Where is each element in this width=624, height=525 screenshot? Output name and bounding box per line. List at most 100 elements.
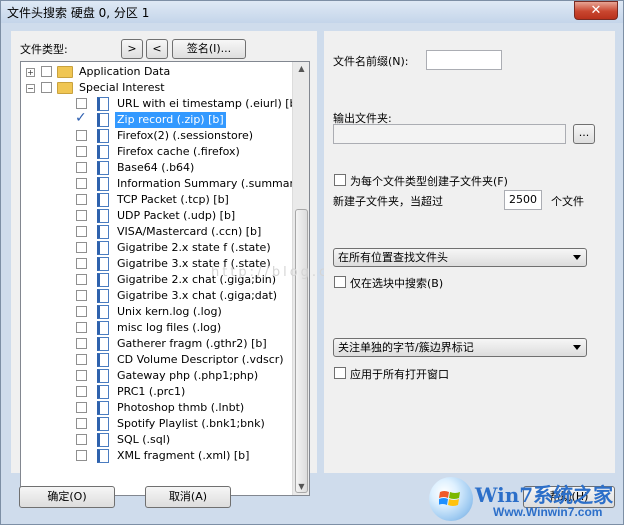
prefix-input[interactable] bbox=[426, 50, 502, 70]
tree-file-row[interactable]: Gateway php (.php1;php) bbox=[21, 368, 291, 384]
tree-item-label: Gigatribe 3.x chat (.giga;dat) bbox=[117, 289, 278, 302]
tree-file-row[interactable]: Information Summary (.summary) bbox=[21, 176, 305, 192]
apply-all-checkbox[interactable] bbox=[334, 367, 346, 379]
tree-checkbox[interactable] bbox=[76, 226, 87, 237]
tree-item-label: SQL (.sql) bbox=[117, 433, 171, 446]
ok-button[interactable]: 确定(O) bbox=[19, 486, 115, 508]
file-type-icon bbox=[97, 321, 109, 335]
tree-checkbox[interactable] bbox=[76, 258, 87, 269]
window-title: 文件头搜索 硬盘 0, 分区 1 bbox=[7, 6, 150, 20]
tree-file-row[interactable]: SQL (.sql) bbox=[21, 432, 291, 448]
scroll-down-icon[interactable]: ▼ bbox=[296, 482, 307, 493]
newfolder-count-input[interactable]: 2500 bbox=[504, 190, 542, 210]
file-type-icon bbox=[97, 289, 109, 303]
next-button[interactable]: > bbox=[121, 39, 143, 59]
tree-file-row[interactable]: Base64 (.b64) bbox=[21, 160, 291, 176]
tree-checkbox[interactable] bbox=[76, 370, 87, 381]
scroll-thumb[interactable] bbox=[295, 209, 308, 493]
tree-file-row[interactable]: Gigatribe 2.x state f (.state) bbox=[21, 240, 291, 256]
browse-button[interactable]: ... bbox=[573, 124, 595, 144]
tree-checkbox[interactable] bbox=[76, 338, 87, 349]
prev-button[interactable]: < bbox=[146, 39, 168, 59]
boundary-select[interactable]: 关注单独的字节/簇边界标记 bbox=[333, 338, 587, 357]
file-type-icon bbox=[97, 401, 109, 415]
tree-checkbox[interactable] bbox=[76, 178, 87, 189]
checkmark-icon[interactable]: ✓ bbox=[75, 110, 87, 126]
tree-file-row[interactable]: Photoshop thmb (.lnbt) bbox=[21, 400, 291, 416]
tree-file-row[interactable]: Firefox cache (.firefox) bbox=[21, 144, 291, 160]
tree-checkbox[interactable] bbox=[76, 98, 87, 109]
tree-file-row[interactable]: misc log files (.log) bbox=[21, 320, 291, 336]
tree-checkbox[interactable] bbox=[76, 434, 87, 445]
boundary-value: 关注单独的字节/簇边界标记 bbox=[338, 341, 474, 354]
file-type-icon bbox=[97, 177, 109, 191]
file-type-icon bbox=[97, 353, 109, 367]
tree-item-label: TCP Packet (.tcp) [b] bbox=[117, 193, 229, 206]
tree-checkbox[interactable] bbox=[76, 402, 87, 413]
file-type-icon bbox=[97, 273, 109, 287]
tree-file-row[interactable]: Firefox(2) (.sessionstore) bbox=[21, 128, 291, 144]
tree-checkbox[interactable] bbox=[76, 146, 87, 157]
tree-checkbox[interactable] bbox=[76, 322, 87, 333]
tree-file-row[interactable]: VISA/Mastercard (.ccn) [b] bbox=[21, 224, 291, 240]
tree-file-row[interactable]: PRC1 (.prc1) bbox=[21, 384, 291, 400]
tree-checkbox[interactable] bbox=[76, 242, 87, 253]
tree-item-label: URL with ei timestamp (.eiurl) [b] bbox=[117, 97, 301, 110]
tree-checkbox[interactable] bbox=[76, 290, 87, 301]
tree-checkbox[interactable] bbox=[76, 418, 87, 429]
folder-icon bbox=[57, 82, 73, 94]
tree-file-row[interactable]: URL with ei timestamp (.eiurl) [b] bbox=[21, 96, 301, 112]
chevron-down-icon bbox=[573, 345, 581, 350]
tree-folder-row[interactable]: − Special Interest bbox=[21, 80, 291, 96]
file-type-icon bbox=[97, 225, 109, 239]
tree-checkbox[interactable] bbox=[76, 210, 87, 221]
tree-item-label: Firefox cache (.firefox) bbox=[117, 145, 240, 158]
tree-folder-row[interactable]: + Application Data bbox=[21, 64, 291, 80]
tree-file-row[interactable]: Gigatribe 3.x chat (.giga;dat) bbox=[21, 288, 291, 304]
file-type-icon bbox=[97, 113, 109, 127]
tree-checkbox[interactable] bbox=[76, 162, 87, 173]
tree-file-row[interactable]: ✓ Zip record (.zip) [b] bbox=[21, 110, 291, 128]
tree-checkbox[interactable] bbox=[41, 82, 52, 93]
tree-item-label: Gigatribe 2.x state f (.state) bbox=[117, 241, 271, 254]
search-scope-select[interactable]: 在所有位置查找文件头 bbox=[333, 248, 587, 267]
tree-item-label: Information Summary (.summary) bbox=[117, 177, 305, 190]
file-type-label: 文件类型: bbox=[20, 43, 68, 56]
subfolder-checkbox[interactable] bbox=[334, 174, 346, 186]
output-folder-input[interactable] bbox=[333, 124, 566, 144]
file-type-icon bbox=[97, 97, 109, 111]
tree-item-label: PRC1 (.prc1) bbox=[117, 385, 186, 398]
file-type-icon bbox=[97, 241, 109, 255]
tree-checkbox[interactable] bbox=[76, 194, 87, 205]
windows-orb-icon bbox=[429, 477, 473, 521]
close-button[interactable]: ✕ bbox=[574, 1, 618, 20]
tree-checkbox[interactable] bbox=[41, 66, 52, 77]
scroll-up-icon[interactable]: ▲ bbox=[296, 64, 307, 75]
tree-checkbox[interactable] bbox=[76, 450, 87, 461]
tree-file-row[interactable]: Gatherer fragm (.gthr2) [b] bbox=[21, 336, 291, 352]
title-bar[interactable]: 文件头搜索 硬盘 0, 分区 1 ✕ bbox=[1, 1, 623, 23]
logo-url: Www.Winwin7.com bbox=[493, 505, 603, 519]
tree-file-row[interactable]: UDP Packet (.udp) [b] bbox=[21, 208, 291, 224]
selected-only-checkbox[interactable] bbox=[334, 276, 346, 288]
expander-icon[interactable]: + bbox=[26, 68, 35, 77]
signature-button[interactable]: 签名(I)... bbox=[172, 39, 246, 59]
tree-file-row[interactable]: Unix kern.log (.log) bbox=[21, 304, 291, 320]
expander-icon[interactable]: − bbox=[26, 84, 35, 93]
tree-file-row[interactable]: Spotify Playlist (.bnk1;bnk) bbox=[21, 416, 291, 432]
tree-checkbox[interactable] bbox=[76, 274, 87, 285]
tree-checkbox[interactable] bbox=[76, 354, 87, 365]
tree-item-label: misc log files (.log) bbox=[117, 321, 222, 334]
file-type-icon bbox=[97, 209, 109, 223]
tree-checkbox[interactable] bbox=[76, 130, 87, 141]
tree-item-label: Gatherer fragm (.gthr2) [b] bbox=[117, 337, 267, 350]
tree-file-row[interactable]: CD Volume Descriptor (.vdscr) bbox=[21, 352, 291, 368]
tree-file-row[interactable]: XML fragment (.xml) [b] bbox=[21, 448, 291, 464]
file-type-icon bbox=[97, 417, 109, 431]
cancel-button[interactable]: 取消(A) bbox=[145, 486, 231, 508]
tree-checkbox[interactable] bbox=[76, 306, 87, 317]
tree-item-label: Unix kern.log (.log) bbox=[117, 305, 222, 318]
tree-file-row[interactable]: TCP Packet (.tcp) [b] bbox=[21, 192, 291, 208]
tree-checkbox[interactable] bbox=[76, 386, 87, 397]
file-type-icon bbox=[97, 129, 109, 143]
